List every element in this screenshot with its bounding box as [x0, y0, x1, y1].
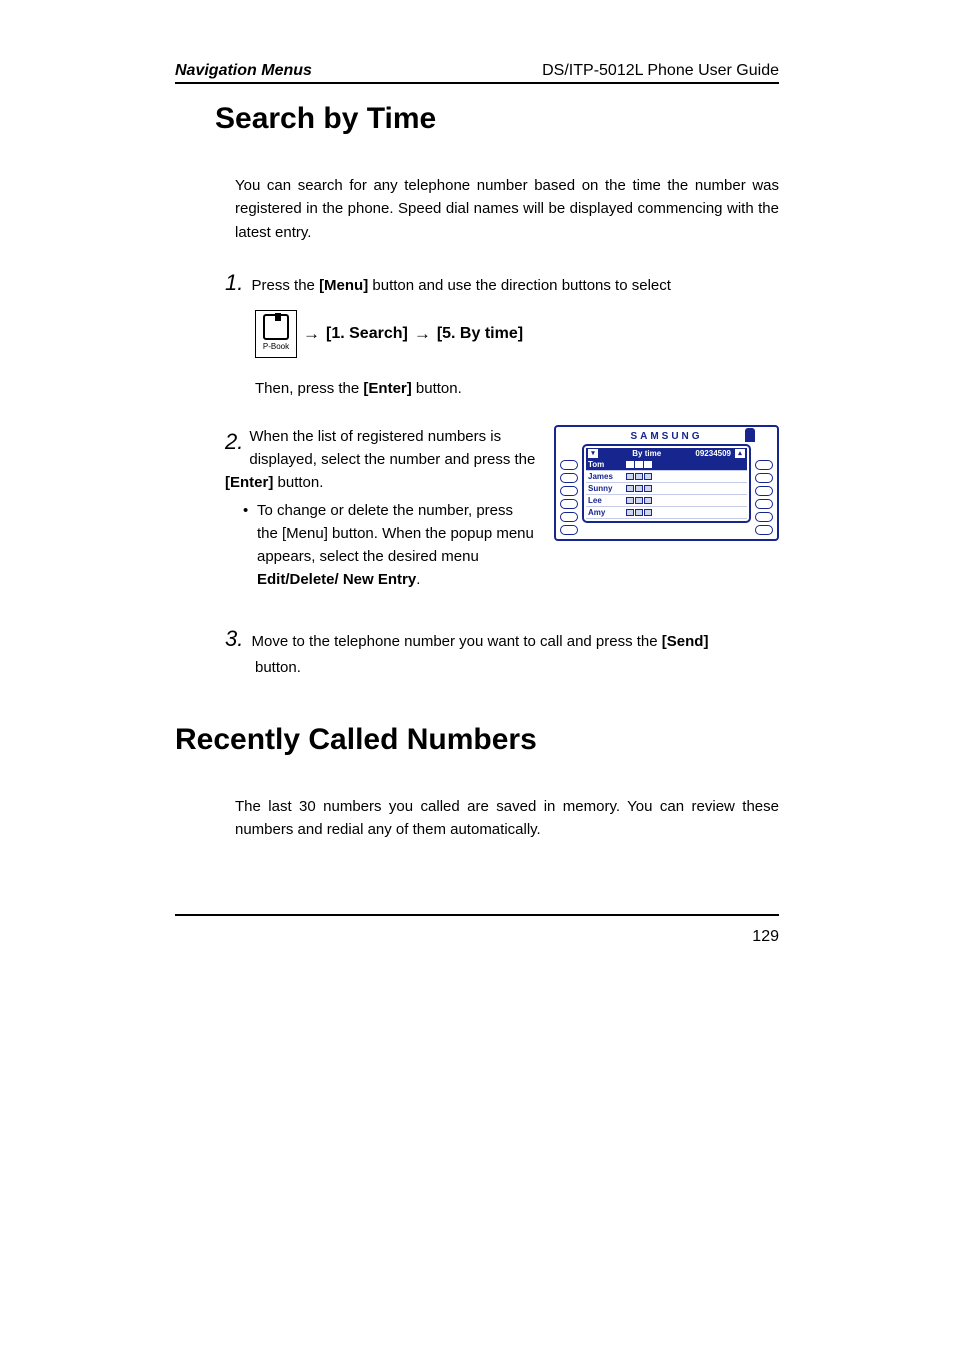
step-2-number: 2.: [225, 425, 243, 459]
right-side-buttons: [755, 444, 773, 535]
side-button-icon: [755, 486, 773, 496]
footer-divider: [175, 914, 779, 916]
step-3-number: 3.: [225, 626, 243, 651]
step-1-text-b: button and use the direction buttons to …: [368, 277, 671, 294]
arrow-icon: →: [414, 324, 431, 344]
side-button-icon: [560, 512, 578, 522]
list-row: Amy: [586, 507, 747, 519]
dropdown-icon: ▾: [588, 449, 598, 458]
side-button-icon: [560, 473, 578, 483]
step-1-number: 1.: [225, 270, 243, 295]
scroll-up-icon: ▴: [735, 449, 745, 458]
recently-called-intro: The last 30 numbers you called are saved…: [235, 795, 779, 842]
nav-search: [1. Search]: [326, 325, 408, 343]
antenna-icon: [745, 428, 755, 442]
side-button-icon: [560, 525, 578, 535]
header-guide-name: DS/ITP-5012L Phone User Guide: [542, 62, 779, 80]
side-button-icon: [755, 460, 773, 470]
left-side-buttons: [560, 444, 578, 535]
arrow-icon: →: [303, 324, 320, 344]
step-1-text-a: Press the: [247, 277, 319, 294]
list-row-selected: Tom: [586, 459, 747, 471]
step-3: 3. Move to the telephone number you want…: [225, 622, 779, 679]
header-section-name: Navigation Menus: [175, 62, 312, 80]
then-press-enter: Then, press the [Enter] button.: [255, 380, 779, 397]
list-row: James: [586, 471, 747, 483]
navigation-path: P-Book → [1. Search] → [5. By time]: [255, 310, 779, 358]
step-1: 1. Press the [Menu] button and use the d…: [225, 270, 779, 358]
list-row: Sunny: [586, 483, 747, 495]
side-button-icon: [755, 512, 773, 522]
list-row: Lee: [586, 495, 747, 507]
screen-title: By time: [602, 449, 691, 458]
phone-screen-figure: SAMSUNG ▾ By time 09234509 ▴: [554, 425, 779, 541]
intro-paragraph: You can search for any telephone number …: [235, 174, 779, 244]
nav-by-time: [5. By time]: [437, 325, 523, 343]
step-2-bullet: To change or delete the number, press th…: [243, 499, 536, 592]
side-button-icon: [755, 525, 773, 535]
pbook-icon-label: P-Book: [263, 342, 289, 351]
phone-brand: SAMSUNG: [560, 431, 773, 442]
menu-button-label: [Menu]: [319, 277, 368, 294]
side-button-icon: [560, 460, 578, 470]
side-button-icon: [560, 499, 578, 509]
page-number: 129: [752, 928, 779, 946]
pbook-icon: P-Book: [255, 310, 297, 358]
heading-recently-called: Recently Called Numbers: [175, 723, 779, 757]
screen-number: 09234509: [695, 449, 731, 458]
page-header: Navigation Menus DS/ITP-5012L Phone User…: [175, 62, 779, 84]
side-button-icon: [755, 473, 773, 483]
phone-screen: ▾ By time 09234509 ▴ Tom James Sunny: [582, 444, 751, 523]
side-button-icon: [560, 486, 578, 496]
step-2: 2. When the list of registered numbers i…: [225, 425, 536, 592]
side-button-icon: [755, 499, 773, 509]
heading-search-by-time: Search by Time: [215, 102, 779, 136]
